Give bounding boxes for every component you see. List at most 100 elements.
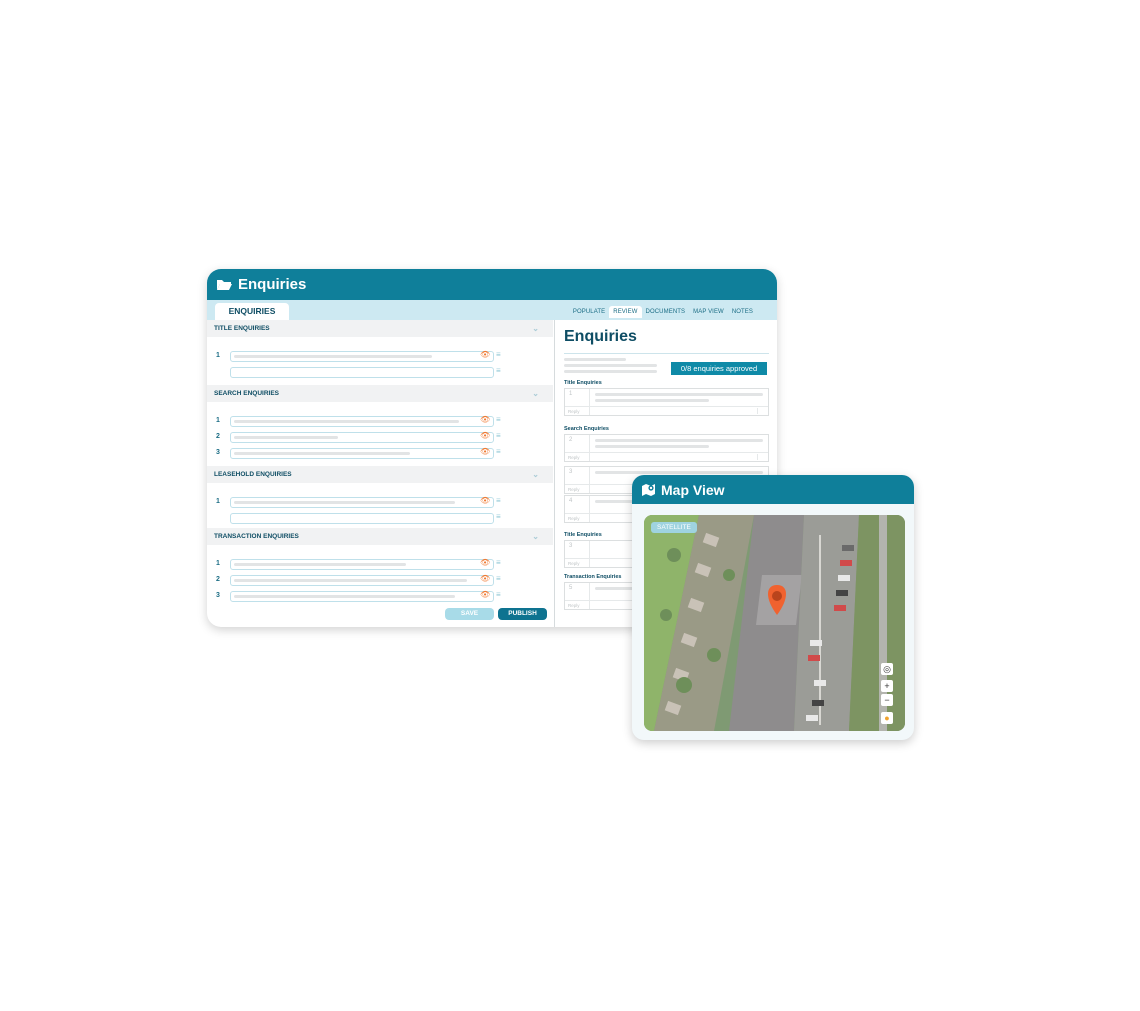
review-group-title: Title Enquiries	[564, 380, 602, 386]
review-tabs: POPULATE REVIEW DOCUMENTS MAP VIEW NOTES	[569, 306, 757, 318]
divider	[564, 353, 769, 354]
enquiry-field[interactable]	[230, 351, 494, 362]
reply-label: Reply	[568, 455, 580, 460]
tab-populate[interactable]: POPULATE	[569, 306, 609, 318]
eye-icon[interactable]: 👁	[480, 414, 490, 425]
row-number: 2	[216, 433, 220, 440]
enquiry-row: 1 👁 ≡	[207, 495, 553, 511]
window-title: Enquiries	[238, 276, 307, 293]
map-view-window: Map View SATELLITE ◎ + − ●	[632, 475, 914, 740]
review-group-title: Transaction Enquiries	[564, 574, 622, 580]
reply-label: Reply	[568, 487, 580, 492]
drag-handle-icon[interactable]: ≡	[496, 431, 501, 440]
satellite-toggle[interactable]: SATELLITE	[651, 522, 697, 533]
aerial-image	[644, 515, 905, 731]
enquiry-field[interactable]	[230, 448, 494, 459]
tab-bar: ENQUIRIES POPULATE REVIEW DOCUMENTS MAP …	[207, 300, 777, 320]
reply-label: Reply	[568, 516, 580, 521]
drag-handle-icon[interactable]: ≡	[496, 366, 501, 375]
enquiry-row: 1 👁 ≡	[207, 349, 553, 365]
chevron-down-icon[interactable]: ⌄	[532, 320, 539, 337]
eye-icon[interactable]: 👁	[480, 573, 490, 584]
drag-handle-icon[interactable]: ≡	[496, 512, 501, 521]
row-number: 3	[216, 449, 220, 456]
chevron-down-icon[interactable]: ⌄	[532, 385, 539, 402]
review-group-title: Title Enquiries	[564, 532, 602, 538]
enquiry-field[interactable]	[230, 416, 494, 427]
item-number: 3	[569, 469, 573, 475]
drag-handle-icon[interactable]: ≡	[496, 590, 501, 599]
row-number: 1	[216, 352, 220, 359]
review-group-title: Search Enquiries	[564, 426, 609, 432]
reply-label: Reply	[568, 409, 580, 414]
tab-map-view[interactable]: MAP VIEW	[689, 306, 728, 318]
approval-status-badge: 0/8 enquiries approved	[671, 362, 767, 375]
item-number: 2	[569, 437, 573, 443]
folder-open-icon	[217, 280, 232, 290]
row-number: 2	[216, 576, 220, 583]
item-number: 5	[569, 585, 573, 591]
enquiry-field-empty[interactable]	[230, 367, 494, 378]
drag-handle-icon[interactable]: ≡	[496, 558, 501, 567]
eye-icon[interactable]: 👁	[480, 495, 490, 506]
eye-icon[interactable]: 👁	[480, 430, 490, 441]
tab-notes[interactable]: NOTES	[728, 306, 757, 318]
item-number: 1	[569, 391, 573, 397]
enquiry-field[interactable]	[230, 559, 494, 570]
map-icon	[642, 484, 655, 496]
tab-documents[interactable]: DOCUMENTS	[642, 306, 690, 318]
enquiry-field[interactable]	[230, 591, 494, 602]
review-item[interactable]: 1 Reply	[564, 388, 769, 416]
save-button[interactable]: SAVE	[445, 608, 494, 620]
zoom-out-button[interactable]: −	[881, 694, 893, 706]
enquiries-window-header: Enquiries	[207, 269, 777, 300]
eye-icon[interactable]: 👁	[480, 349, 490, 360]
drag-handle-icon[interactable]: ≡	[496, 415, 501, 424]
drag-handle-icon[interactable]: ≡	[496, 574, 501, 583]
section-title: SEARCH ENQUIRIES	[214, 390, 280, 397]
section-header-transaction[interactable]: TRANSACTION ENQUIRIES ⌄	[207, 528, 553, 545]
drag-handle-icon[interactable]: ≡	[496, 447, 501, 456]
section-title: TRANSACTION ENQUIRIES	[214, 533, 299, 540]
locate-icon[interactable]: ◎	[881, 663, 893, 675]
enquiry-row: ≡	[207, 365, 553, 381]
eye-icon[interactable]: 👁	[480, 589, 490, 600]
enquiry-row: 1 👁 ≡	[207, 557, 553, 573]
row-number: 1	[216, 417, 220, 424]
satellite-map[interactable]: SATELLITE ◎ + − ●	[644, 515, 905, 731]
item-number: 4	[569, 498, 573, 504]
enquiry-field[interactable]	[230, 575, 494, 586]
section-title: LEASEHOLD ENQUIRIES	[214, 471, 292, 478]
enquiry-field-empty[interactable]	[230, 513, 494, 524]
chevron-down-icon[interactable]: ⌄	[532, 528, 539, 545]
eye-icon[interactable]: 👁	[480, 446, 490, 457]
row-number: 1	[216, 498, 220, 505]
section-header-title[interactable]: TITLE ENQUIRIES ⌄	[207, 320, 553, 337]
item-number: 3	[569, 543, 573, 549]
street-view-icon[interactable]: ●	[881, 712, 893, 724]
enquiry-row: ≡	[207, 511, 553, 527]
enquiry-row: 3 👁 ≡	[207, 446, 553, 462]
row-number: 3	[216, 592, 220, 599]
section-header-search[interactable]: SEARCH ENQUIRIES ⌄	[207, 385, 553, 402]
tab-review[interactable]: REVIEW	[609, 306, 642, 318]
enquiry-field[interactable]	[230, 497, 494, 508]
chevron-down-icon[interactable]: ⌄	[532, 466, 539, 483]
reply-label: Reply	[568, 561, 580, 566]
drag-handle-icon[interactable]: ≡	[496, 350, 501, 359]
tab-enquiries[interactable]: ENQUIRIES	[215, 303, 289, 320]
enquiry-row: 2 👁 ≡	[207, 430, 553, 446]
map-view-header: Map View	[632, 475, 914, 504]
enquiry-row: 2 👁 ≡	[207, 573, 553, 589]
review-item[interactable]: 2 Reply	[564, 434, 769, 462]
eye-icon[interactable]: 👁	[480, 557, 490, 568]
row-number: 1	[216, 560, 220, 567]
enquiry-row: 1 👁 ≡	[207, 414, 553, 430]
enquiry-row: 3 👁 ≡	[207, 589, 553, 605]
zoom-in-button[interactable]: +	[881, 680, 893, 692]
section-title: TITLE ENQUIRIES	[214, 325, 270, 332]
publish-button[interactable]: PUBLISH	[498, 608, 547, 620]
section-header-leasehold[interactable]: LEASEHOLD ENQUIRIES ⌄	[207, 466, 553, 483]
drag-handle-icon[interactable]: ≡	[496, 496, 501, 505]
enquiry-field[interactable]	[230, 432, 494, 443]
